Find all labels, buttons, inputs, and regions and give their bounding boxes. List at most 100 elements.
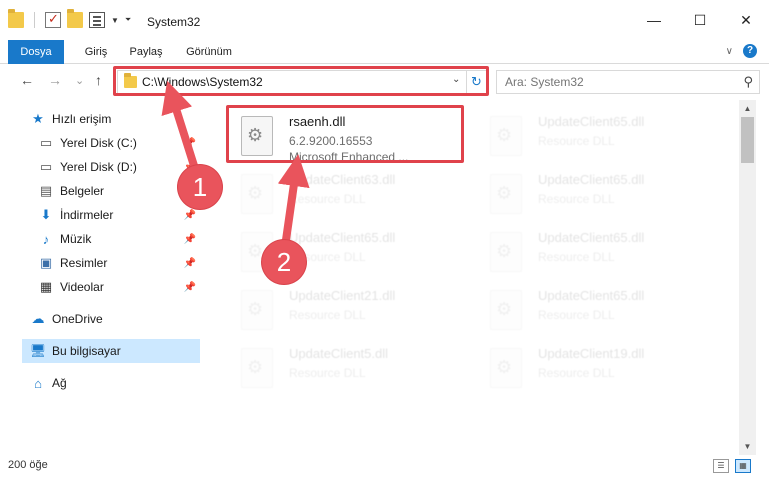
pin-icon: 📌 bbox=[183, 281, 196, 293]
sidebar-item-music[interactable]: ♪ Müzik 📌 bbox=[38, 227, 200, 251]
minimize-button[interactable]: — bbox=[631, 0, 677, 40]
dll-file-icon bbox=[490, 348, 522, 388]
file-description: Resource DLL bbox=[289, 308, 366, 322]
back-button[interactable]: ← bbox=[20, 72, 34, 88]
file-tile[interactable]: UpdateClient21.dll Resource DLL bbox=[229, 280, 469, 336]
dll-file-icon bbox=[241, 348, 273, 388]
folder-icon bbox=[8, 9, 24, 28]
item-count: 200 öğe bbox=[8, 459, 48, 471]
search-icon[interactable]: ⚲ bbox=[743, 74, 753, 90]
recent-locations-button[interactable]: ⌄ bbox=[75, 74, 84, 87]
details-view-icon[interactable]: ☰ bbox=[713, 459, 729, 473]
sidebar-item-onedrive[interactable]: ☁ OneDrive bbox=[30, 307, 200, 331]
sidebar-item-videos[interactable]: ▦ Videolar 📌 bbox=[38, 275, 200, 299]
sidebar-item-label: Videolar bbox=[60, 280, 104, 294]
sidebar-item-documents[interactable]: ▤ Belgeler 📌 bbox=[38, 179, 200, 203]
help-icon[interactable]: ? bbox=[743, 44, 757, 58]
dll-file-icon bbox=[490, 232, 522, 272]
computer-icon: 🖥 bbox=[29, 343, 47, 358]
properties-check-icon[interactable] bbox=[45, 11, 61, 28]
file-highlight bbox=[226, 105, 464, 163]
pin-icon: 📌 bbox=[183, 257, 196, 269]
sidebar-item-label: İndirmeler bbox=[60, 208, 114, 222]
download-icon: ⬇ bbox=[40, 207, 52, 222]
file-name: UpdateClient5.dll bbox=[289, 346, 389, 361]
drive-icon: ▭ bbox=[39, 159, 53, 174]
address-bar-highlight bbox=[113, 66, 489, 96]
forward-button[interactable]: → bbox=[48, 72, 62, 88]
pin-icon: 📌 bbox=[183, 209, 196, 221]
tab-home[interactable]: Giriş bbox=[72, 40, 120, 64]
sidebar-item-label: Müzik bbox=[60, 232, 92, 246]
tab-share[interactable]: Paylaş bbox=[122, 40, 170, 64]
dll-file-icon bbox=[241, 174, 273, 214]
pictures-icon: ▣ bbox=[39, 255, 53, 270]
sidebar-item-label: Ağ bbox=[52, 376, 67, 390]
sidebar-item-this-pc[interactable]: 🖥 Bu bilgisayar bbox=[22, 339, 200, 363]
title-bar: ▼ ⏷ System32 — ☐ ✕ bbox=[0, 0, 769, 40]
sidebar-item-quick-access[interactable]: ★ Hızlı erişim bbox=[30, 107, 200, 131]
sidebar-item-local-disk-c[interactable]: ▭ Yerel Disk (C:) 📌 bbox=[38, 131, 200, 155]
toolbar-separator bbox=[34, 12, 35, 28]
star-icon: ★ bbox=[32, 111, 44, 126]
file-tile[interactable]: UpdateClient65.dll Resource DLL bbox=[478, 106, 718, 162]
file-tile[interactable]: UpdateClient65.dll Resource DLL bbox=[478, 222, 718, 278]
file-description: Resource DLL bbox=[289, 366, 366, 380]
scroll-down-arrow-icon[interactable]: ▼ bbox=[739, 438, 756, 455]
sidebar-item-local-disk-d[interactable]: ▭ Yerel Disk (D:) 📌 bbox=[38, 155, 200, 179]
videos-icon: ▦ bbox=[39, 279, 53, 294]
ribbon-tabs: Dosya Giriş Paylaş Görünüm ∨ ? bbox=[0, 40, 769, 96]
file-tile[interactable]: UpdateClient63.dll Resource DLL bbox=[229, 164, 469, 220]
sidebar-item-label: Yerel Disk (C:) bbox=[60, 136, 137, 150]
cloud-icon: ☁ bbox=[31, 311, 45, 326]
collapse-ribbon-icon[interactable]: ∨ bbox=[726, 46, 733, 57]
sidebar-item-label: OneDrive bbox=[52, 312, 103, 326]
file-description: Resource DLL bbox=[538, 250, 615, 264]
step-badge-2: 2 bbox=[262, 240, 306, 284]
file-description: Resource DLL bbox=[289, 192, 366, 206]
file-description: Resource DLL bbox=[538, 366, 615, 380]
vertical-scrollbar[interactable]: ▲ ▼ bbox=[739, 100, 756, 455]
ribbon-right-controls: ∨ ? bbox=[726, 44, 757, 58]
dll-file-icon bbox=[490, 174, 522, 214]
up-button[interactable]: ↑ bbox=[95, 72, 102, 88]
file-description: Resource DLL bbox=[538, 192, 615, 206]
sidebar-item-label: Yerel Disk (D:) bbox=[60, 160, 137, 174]
file-name: UpdateClient65.dll bbox=[538, 288, 645, 303]
chevron-down-icon[interactable]: ▼ bbox=[111, 16, 119, 25]
file-name: UpdateClient65.dll bbox=[538, 114, 645, 129]
pin-icon: 📌 bbox=[183, 233, 196, 245]
customize-toolbar-icon[interactable]: ⏷ bbox=[125, 15, 131, 25]
file-description: Resource DLL bbox=[538, 134, 615, 148]
file-tile[interactable]: UpdateClient65.dll Resource DLL bbox=[478, 280, 718, 336]
sidebar-item-label: Resimler bbox=[60, 256, 108, 270]
file-description: Resource DLL bbox=[538, 308, 615, 322]
file-tile[interactable]: UpdateClient65.dll Resource DLL bbox=[478, 164, 718, 220]
search-box[interactable]: ⚲ bbox=[496, 70, 760, 94]
search-input[interactable] bbox=[497, 71, 727, 93]
view-switcher: ☰ ▦ bbox=[713, 459, 751, 473]
sidebar-item-label: Bu bilgisayar bbox=[52, 344, 121, 358]
file-name: UpdateClient65.dll bbox=[538, 230, 645, 245]
network-icon: ⌂ bbox=[34, 375, 42, 391]
scroll-up-arrow-icon[interactable]: ▲ bbox=[739, 100, 756, 117]
step-badge-1: 1 bbox=[178, 165, 222, 209]
new-folder-icon[interactable] bbox=[67, 9, 83, 28]
drive-icon: ▭ bbox=[39, 135, 53, 150]
maximize-button[interactable]: ☐ bbox=[677, 0, 723, 40]
scrollbar-thumb[interactable] bbox=[741, 117, 754, 163]
status-bar: 200 öğe ☰ ▦ bbox=[0, 455, 769, 477]
navigation-pane: ★ Hızlı erişim ▭ Yerel Disk (C:) 📌 ▭ Yer… bbox=[0, 100, 205, 445]
documents-icon: ▤ bbox=[39, 183, 53, 198]
file-tile[interactable]: UpdateClient5.dll Resource DLL bbox=[229, 338, 469, 394]
sidebar-item-pictures[interactable]: ▣ Resimler 📌 bbox=[38, 251, 200, 275]
tiles-view-icon[interactable]: ▦ bbox=[735, 459, 751, 473]
sidebar-item-network[interactable]: ⌂ Ağ bbox=[30, 371, 200, 395]
view-options-icon[interactable] bbox=[89, 12, 105, 28]
sidebar-item-downloads[interactable]: ⬇ İndirmeler 📌 bbox=[38, 203, 200, 227]
file-name: UpdateClient21.dll bbox=[289, 288, 396, 303]
close-button[interactable]: ✕ bbox=[723, 0, 769, 40]
file-tile[interactable]: UpdateClient19.dll Resource DLL bbox=[478, 338, 718, 394]
file-name: UpdateClient65.dll bbox=[289, 230, 396, 245]
tab-view[interactable]: Görünüm bbox=[178, 40, 240, 64]
